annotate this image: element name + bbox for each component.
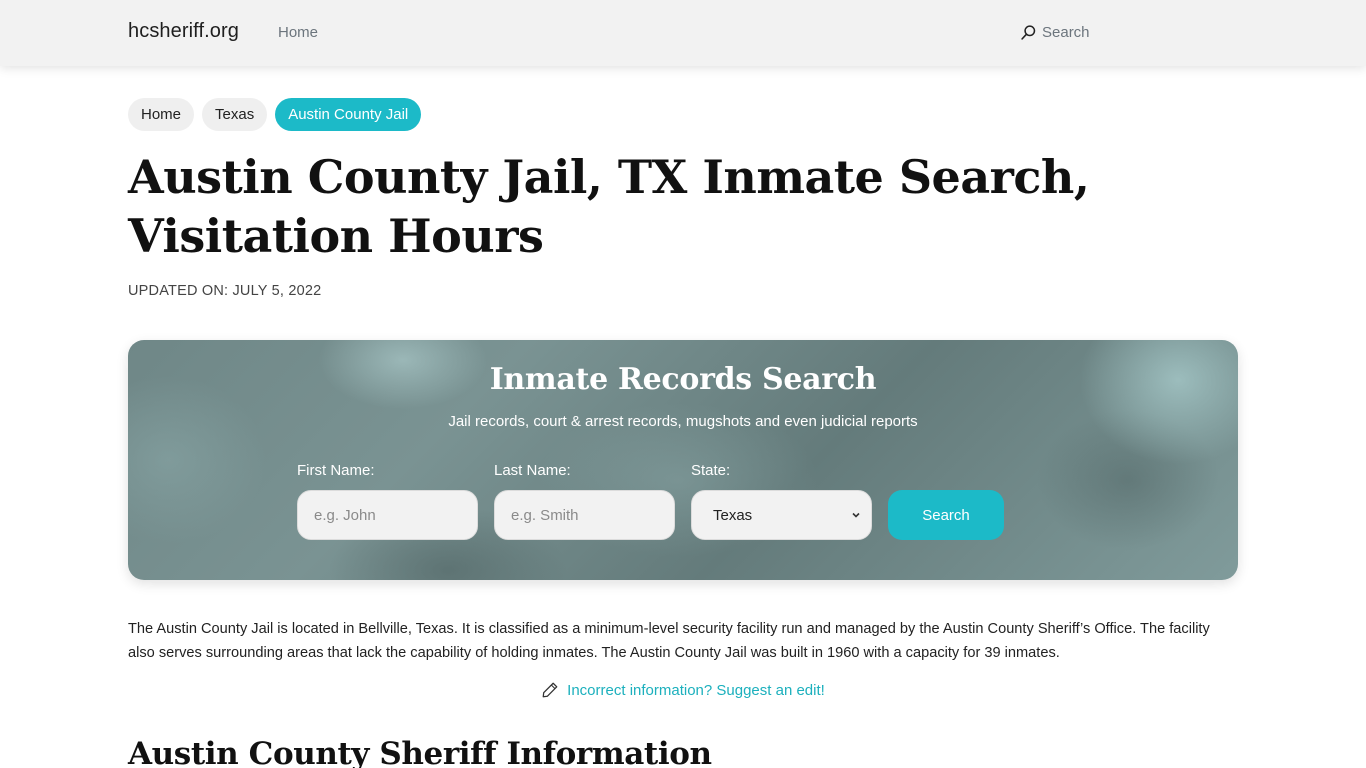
first-name-label: First Name: — [297, 462, 375, 479]
last-name-input[interactable] — [494, 490, 675, 540]
suggest-edit-link[interactable]: Incorrect information? Suggest an edit! — [0, 681, 1366, 699]
breadcrumb-texas[interactable]: Texas — [202, 98, 268, 131]
updated-date: UPDATED ON: JULY 5, 2022 — [128, 283, 322, 299]
search-panel-subtitle: Jail records, court & arrest records, mu… — [448, 413, 918, 430]
state-select-value: Texas — [713, 506, 753, 524]
state-label: State: — [691, 462, 731, 479]
breadcrumb-home[interactable]: Home — [128, 98, 195, 131]
nav-search-button[interactable]: Search — [1020, 23, 1090, 41]
search-panel-title: Inmate Records Search — [489, 362, 877, 397]
search-icon — [1021, 24, 1036, 40]
first-name-input[interactable] — [297, 490, 478, 540]
page-title: Austin County Jail, TX Inmate Search, Vi… — [128, 150, 1090, 263]
chevron-down-icon — [852, 512, 860, 518]
search-button[interactable]: Search — [888, 490, 1004, 540]
site-brand-link[interactable]: hcsheriff.org — [128, 20, 239, 43]
breadcrumb: Home Texas Austin County Jail — [128, 98, 422, 131]
nav-search-label: Search — [1042, 24, 1090, 41]
nav-home-link[interactable]: Home — [278, 24, 318, 41]
last-name-label: Last Name: — [494, 462, 571, 479]
intro-paragraph: The Austin County Jail is located in Bel… — [128, 621, 1210, 661]
state-select[interactable]: Texas — [691, 490, 872, 540]
pencil-icon — [542, 682, 558, 698]
breadcrumb-austin-county-jail[interactable]: Austin County Jail — [275, 98, 422, 131]
inmate-search-panel: Inmate Records Search Jail records, cour… — [128, 340, 1238, 580]
sheriff-info-heading: Austin County Sheriff Information — [128, 736, 712, 768]
suggest-edit-text: Incorrect information? Suggest an edit! — [567, 681, 825, 699]
top-navbar: hcsheriff.org Home Search — [0, 0, 1366, 66]
